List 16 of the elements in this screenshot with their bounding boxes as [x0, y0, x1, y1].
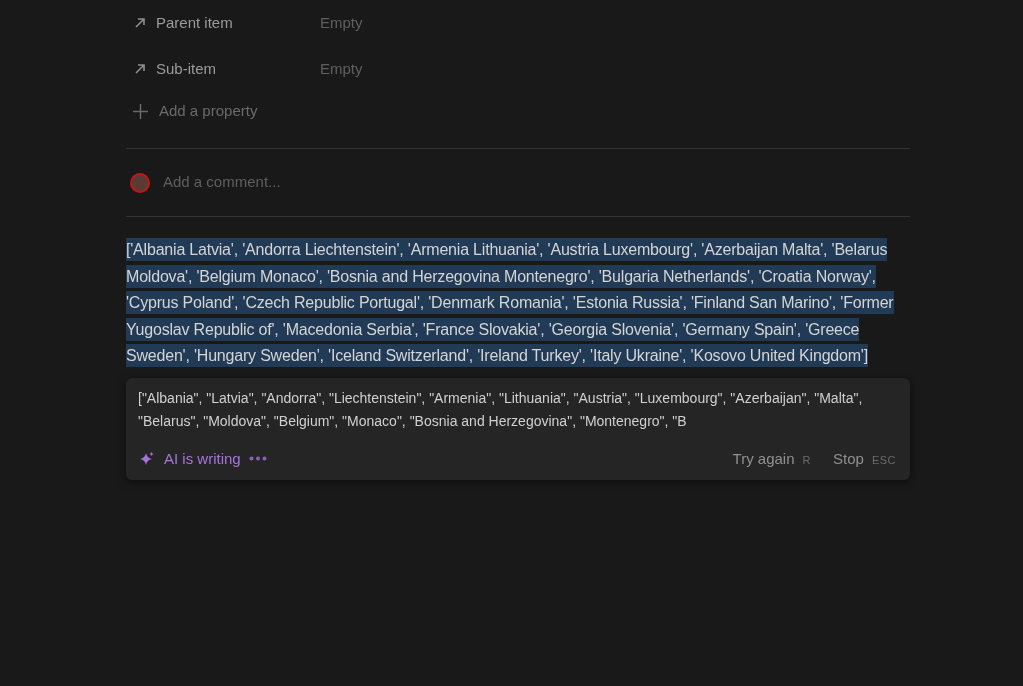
property-label[interactable]: Parent item: [156, 11, 233, 35]
sparkle-icon: [140, 451, 154, 466]
arrow-icon: [133, 62, 147, 76]
property-value[interactable]: Empty: [320, 11, 363, 35]
arrow-icon: [133, 16, 147, 30]
comment-field[interactable]: Add a comment...: [163, 171, 763, 194]
ai-status: AI is writing: [164, 448, 241, 469]
plus-icon: [133, 103, 148, 119]
add-property-button[interactable]: Add a property: [126, 90, 910, 132]
action-button[interactable]: Try again R: [732, 447, 811, 470]
avatar: [130, 172, 150, 193]
property-label[interactable]: Sub-item: [156, 57, 217, 81]
action-button[interactable]: Stop ESC: [833, 447, 896, 470]
property-value[interactable]: Empty: [320, 57, 363, 81]
ai-output: ["Albania", "Latvia", "Andorra", "Liechtenstein", "Armenia", "Lithuania", "Austria", "Luxembourg", "Azerbaijan", "Malta", "Belarus", "Moldova", "Belgium", "Monaco", "Bosnia and Herzegovina", "Montenegro", "B: [138, 388, 864, 431]
dots-icon: [248, 456, 267, 462]
